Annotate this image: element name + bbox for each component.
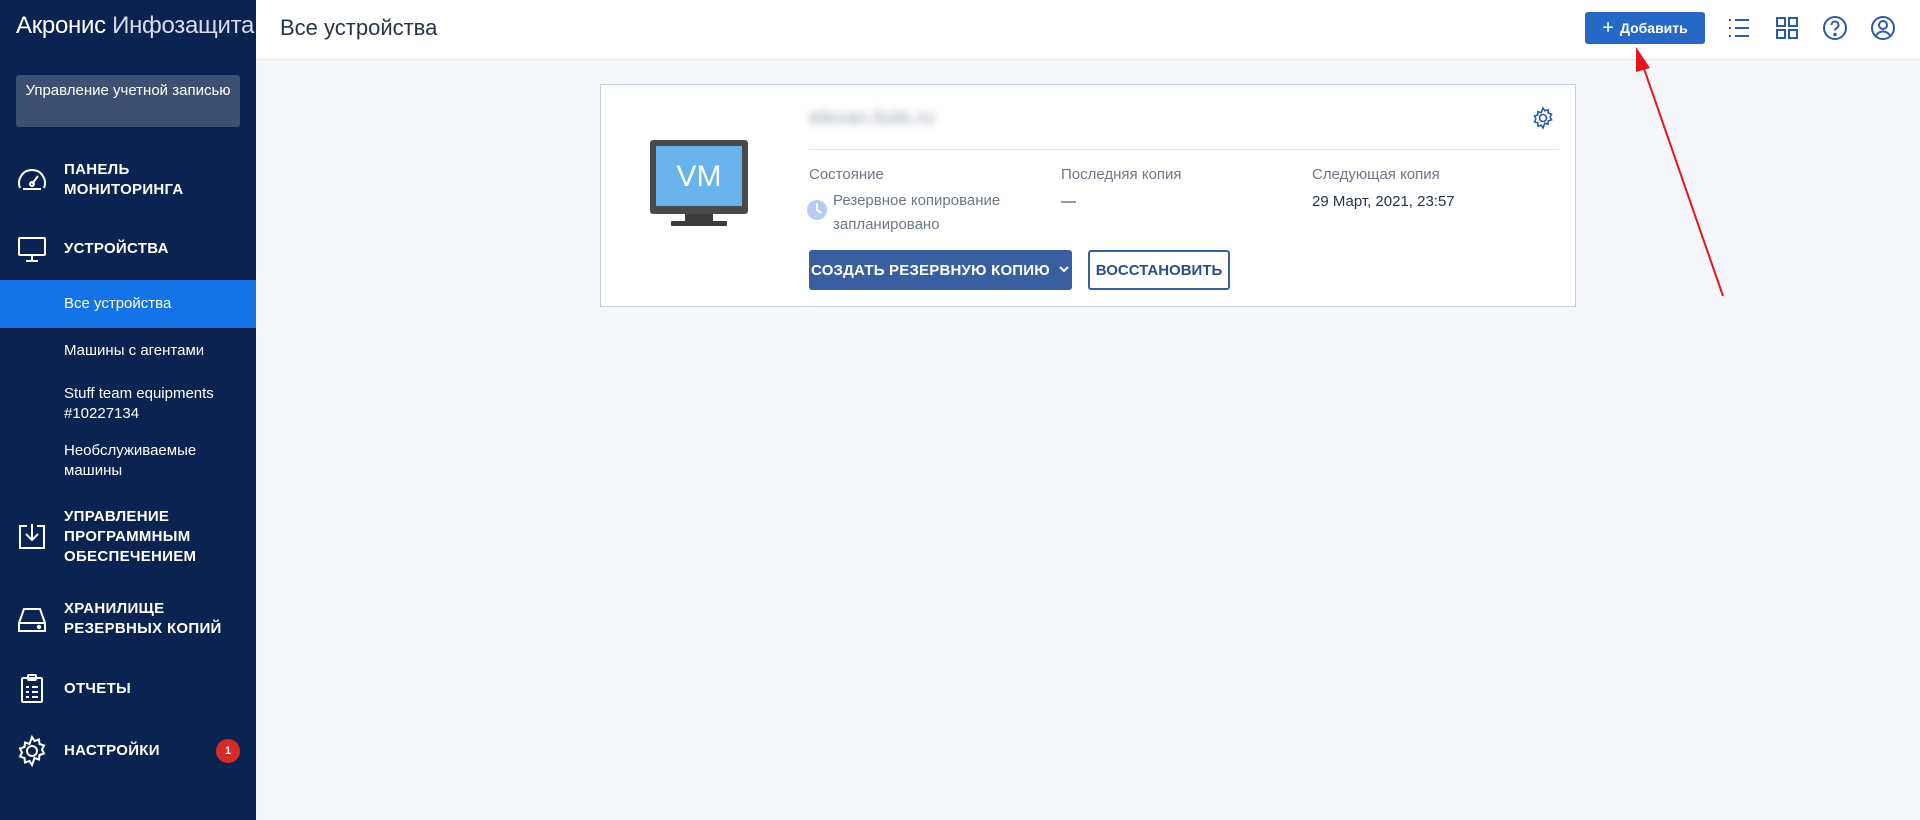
notification-badge: 1 [216, 739, 240, 763]
clock-status-icon [807, 200, 827, 220]
brand-name-light: Инфозащита [112, 12, 255, 39]
sidebar-item-dashboard[interactable]: Панель мониторинга [0, 160, 256, 200]
sidebar: Акронис Инфозащита Управление учетной за… [0, 0, 256, 820]
grid-view-icon[interactable] [1773, 14, 1801, 42]
sidebar-item-reports[interactable]: Отчеты [0, 674, 256, 703]
list-view-icon[interactable] [1725, 14, 1753, 42]
sidebar-item-label: Хранилище резервных копий [64, 600, 222, 637]
sidebar-subitem-agent-machines[interactable]: Машины с агентами [0, 341, 256, 361]
device-settings-gear-icon[interactable] [1531, 106, 1555, 130]
top-header: Все устройства + Добавить [256, 0, 1920, 60]
restore-button[interactable]: ВОССТАНОВИТЬ [1088, 250, 1230, 290]
user-account-icon[interactable] [1869, 14, 1897, 42]
vm-type-label: VM [677, 160, 722, 193]
create-backup-button[interactable]: СОЗДАТЬ РЕЗЕРВНУЮ КОПИЮ [809, 250, 1072, 290]
device-hostname[interactable]: elevan.fods.ru [809, 107, 935, 130]
clipboard-report-icon [15, 672, 49, 706]
sidebar-item-label: Управление программным обеспечением [64, 508, 197, 565]
add-device-button[interactable]: + Добавить [1585, 12, 1705, 44]
sidebar-item-label: Настройки [64, 742, 160, 759]
brand-logo[interactable]: Акронис Инфозащита [16, 12, 254, 40]
software-download-icon [15, 520, 49, 554]
sidebar-item-software-management[interactable]: Управление программным обеспечением [0, 507, 256, 567]
vm-monitor-icon: VM [649, 139, 749, 229]
sidebar-item-devices[interactable]: Устройства [0, 237, 256, 262]
device-card: VM elevan.fods.ru Состояние Резервное ко… [600, 84, 1576, 307]
dashboard-gauge-icon [15, 163, 49, 197]
chevron-down-icon [1058, 262, 1070, 279]
state-label: Состояние [809, 166, 884, 183]
create-backup-label: СОЗДАТЬ РЕЗЕРВНУЮ КОПИЮ [811, 261, 1050, 279]
sidebar-subitem-all-devices[interactable]: Все устройства [0, 280, 256, 328]
sidebar-item-label: Отчеты [64, 680, 132, 697]
sidebar-item-backup-storage[interactable]: Хранилище резервных копий [0, 599, 256, 639]
sidebar-item-settings[interactable]: Настройки 1 [0, 734, 256, 768]
sidebar-subitem-stuff-team[interactable]: Stuff team equipments #10227134 [0, 384, 230, 424]
account-management-button[interactable]: Управление учетной записью [16, 75, 240, 127]
page-title: Все устройства [280, 15, 438, 40]
last-backup-value: — [1061, 193, 1076, 210]
last-backup-label: Последняя копия [1061, 166, 1182, 183]
gear-icon [15, 734, 49, 768]
sidebar-item-label: Устройства [64, 240, 169, 257]
add-button-label: Добавить [1619, 20, 1688, 36]
plus-icon: + [1602, 17, 1614, 39]
sidebar-item-label: Панель мониторинга [64, 161, 184, 198]
brand-name-bold: Акронис [16, 12, 106, 39]
card-divider [809, 149, 1559, 150]
state-value: Резервное копирование запланировано [833, 192, 1001, 233]
storage-drive-icon [15, 603, 49, 637]
monitor-icon [15, 232, 49, 266]
help-icon[interactable] [1821, 14, 1849, 42]
next-backup-value: 29 Март, 2021, 23:57 [1312, 193, 1455, 210]
next-backup-label: Следующая копия [1312, 166, 1440, 183]
sidebar-subitem-unmanaged-machines[interactable]: Необслуживаемые машины [0, 441, 210, 481]
